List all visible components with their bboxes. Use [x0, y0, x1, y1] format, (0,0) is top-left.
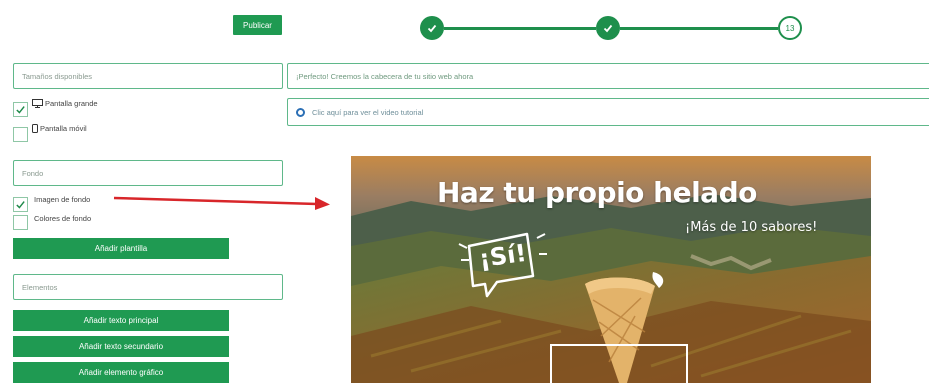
mobile-icon	[32, 124, 38, 133]
size-option-label: Pantalla móvil	[40, 124, 87, 133]
pointer-arrow-icon	[113, 196, 330, 210]
progress-stepper: 13	[420, 15, 820, 45]
sizes-field-label: Tamaños disponibles	[22, 71, 93, 81]
add-main-text-button[interactable]: Añadir texto principal	[13, 310, 229, 331]
checkbox-checked[interactable]	[13, 102, 28, 117]
banner-subtitle: ¡Más de 10 sabores!	[685, 220, 818, 235]
elements-field-label: Elementos	[22, 282, 58, 292]
tutorial-link-field[interactable]: Clic aquí para ver el video tutorial	[287, 98, 929, 126]
status-message: ¡Perfecto! Creemos la cabecera de tu sit…	[296, 71, 474, 81]
checkbox-checked[interactable]	[13, 197, 28, 212]
publish-button[interactable]: Publicar	[233, 15, 282, 35]
add-template-button[interactable]: Añadir plantilla	[13, 238, 229, 259]
background-option-label: Colores de fondo	[34, 214, 92, 223]
status-message-field: ¡Perfecto! Creemos la cabecera de tu sit…	[287, 63, 929, 89]
checkbox-unchecked[interactable]	[13, 215, 28, 230]
step-connector	[620, 27, 778, 30]
add-secondary-text-button[interactable]: Añadir texto secundario	[13, 336, 229, 357]
elements-field[interactable]: Elementos	[13, 274, 283, 300]
size-option-mobile[interactable]: Pantalla móvil	[13, 124, 87, 142]
background-option-label: Imagen de fondo	[34, 195, 91, 204]
size-option-large[interactable]: Pantalla grande	[13, 99, 98, 117]
step-current[interactable]: 13	[778, 16, 802, 40]
step-2-complete-icon[interactable]	[596, 16, 620, 40]
selection-frame[interactable]	[550, 344, 688, 383]
step-connector	[444, 27, 596, 30]
speech-bubble-badge: ¡Sí!	[457, 226, 549, 300]
background-option-image[interactable]: Imagen de fondo	[13, 195, 90, 212]
step-1-complete-icon[interactable]	[420, 16, 444, 40]
checkbox-unchecked[interactable]	[13, 127, 28, 142]
background-option-colors[interactable]: Colores de fondo	[13, 214, 91, 230]
tutorial-link[interactable]: Clic aquí para ver el video tutorial	[312, 108, 423, 117]
background-field-label: Fondo	[22, 168, 44, 178]
size-option-label: Pantalla grande	[45, 99, 98, 108]
sizes-field[interactable]: Tamaños disponibles	[13, 63, 283, 89]
step-current-number: 13	[785, 23, 795, 33]
header-preview-banner: Haz tu propio helado ¡Más de 10 sabores!…	[351, 156, 871, 383]
add-graphic-element-button[interactable]: Añadir elemento gráfico	[13, 362, 229, 383]
background-field[interactable]: Fondo	[13, 160, 283, 186]
monitor-icon	[32, 99, 43, 108]
radio-icon	[296, 107, 305, 117]
banner-title: Haz tu propio helado	[437, 176, 757, 209]
